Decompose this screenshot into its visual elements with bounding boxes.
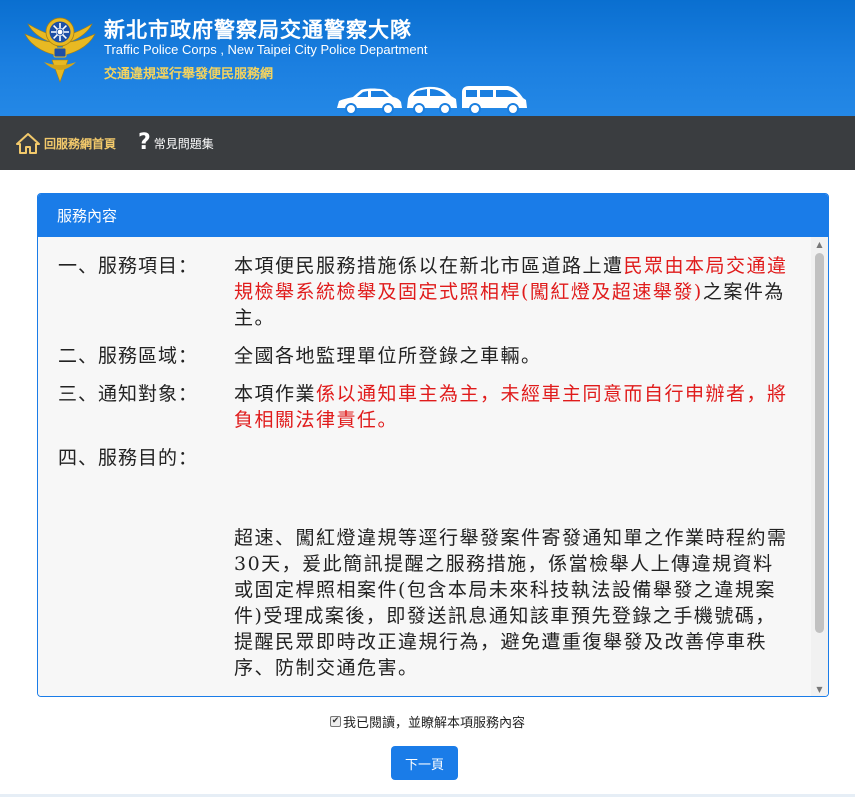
agree-label[interactable]: 我已閱讀，並瞭解本項服務內容 [343,712,525,731]
police-emblem-icon [24,17,96,83]
service-item-label: 一、服務項目： [58,255,199,277]
site-header: 新北市政府警察局交通警察大隊 Traffic Police Corps , Ne… [0,0,855,116]
cars-illustration-icon [337,86,527,115]
next-page-button[interactable]: 下一頁 [391,746,458,780]
service-purpose-label: 四、服務目的： [58,447,199,469]
service-area-label: 二、服務區域： [58,345,199,367]
scroll-thumb[interactable] [815,253,824,633]
panel-title: 服務內容 [38,194,828,237]
service-item-text: 本項便民服務措施係以在新北市區道路上遭民眾由本局交通違規檢舉系統檢舉及固定式照相… [234,255,788,329]
service-purpose-text: 超速、闖紅燈違規等逕行舉發案件寄發通知單之作業時程約需30天，爰此簡訊提醒之服務… [234,527,788,679]
nav-home-label: 回服務網首頁 [44,136,117,151]
site-title-english: Traffic Police Corps , New Taipei City P… [104,42,428,57]
top-navbar: 回服務網首頁 ? 常見問題集 [0,116,855,170]
notify-target-text: 本項作業係以通知車主為主，未經車主同意而自行申辦者，將負相關法律責任。 [234,383,788,431]
agree-checkbox[interactable]: ✔ [329,716,341,727]
agree-row: ✔ 我已閱讀，並瞭解本項服務內容 [0,712,855,731]
service-purpose-row: 四、服務目的： [58,445,788,471]
service-area-row: 二、服務區域： 全國各地監理單位所登錄之車輛。 [58,343,788,369]
home-icon [16,133,40,154]
nav-faq-link[interactable]: ? 常見問題集 [138,116,214,170]
scroll-up-arrow-icon[interactable]: ▲ [811,237,828,251]
site-subtitle: 交通違規逕行舉發便民服務網 [104,67,274,82]
nav-faq-label: 常見問題集 [153,136,214,151]
service-area-text: 全國各地監理單位所登錄之車輛。 [234,345,542,367]
notify-target-label: 三、通知對象： [58,383,199,405]
notify-target-row: 三、通知對象： 本項作業係以通知車主為主，未經車主同意而自行申辦者，將負相關法律… [58,381,788,433]
service-content-text: 一、服務項目： 本項便民服務措施係以在新北市區道路上遭民眾由本局交通違規檢舉系統… [58,253,788,681]
question-icon: ? [138,130,151,155]
nav-home-link[interactable]: 回服務網首頁 [16,116,116,170]
service-content-panel: 服務內容 一、服務項目： 本項便民服務措施係以在新北市區道路上遭民眾由本局交通違… [37,193,829,697]
scroll-down-arrow-icon[interactable]: ▼ [811,682,828,696]
service-item-row: 一、服務項目： 本項便民服務措施係以在新北市區道路上遭民眾由本局交通違規檢舉系統… [58,253,788,331]
panel-scrollbar[interactable]: ▲ ▼ [811,237,828,696]
site-title: 新北市政府警察局交通警察大隊 [104,18,412,42]
panel-body[interactable]: 一、服務項目： 本項便民服務措施係以在新北市區道路上遭民眾由本局交通違規檢舉系統… [38,237,828,696]
